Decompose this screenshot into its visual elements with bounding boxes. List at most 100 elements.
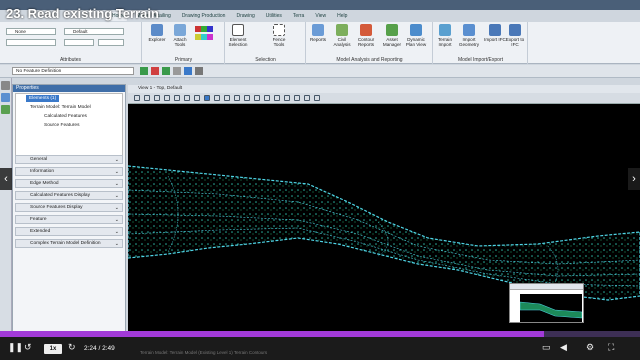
fence-tools-button[interactable]: Fence Tools [268,24,290,47]
view-tool-icon[interactable] [314,95,320,101]
terrain-import-button[interactable]: Terrain Import [434,24,456,47]
tree-item-elements[interactable]: Elements (1) [26,95,60,102]
analysis-group: Reports Civil Analysis Contour Reports A… [307,22,433,64]
feature-tools [140,67,210,76]
playback-time: 2:24 / 2:49 [84,345,115,352]
tool-icon[interactable] [1,93,10,102]
civil-analysis-icon [336,24,348,36]
view-tool-icon[interactable] [284,95,290,101]
view-tool-icon[interactable] [214,95,220,101]
fullscreen-icon[interactable]: ⛶ [608,342,614,353]
section-information[interactable]: Information ⌄ [15,167,123,176]
tool-icon[interactable] [1,105,10,114]
notes-icon[interactable]: ▭ [542,342,551,353]
element-tree: Elements (1) Terrain Model: Terrain Mode… [15,93,123,157]
view-tool-icon[interactable] [244,95,250,101]
color-swatches[interactable] [195,26,219,46]
forward-icon[interactable]: ↻ [68,342,76,353]
view-tool-icon[interactable] [194,95,200,101]
view-tool-icon[interactable] [294,95,300,101]
feature-tool-6[interactable] [195,67,203,75]
view-tool-icon[interactable] [174,95,180,101]
feature-tool-5[interactable] [184,67,192,75]
primary-group: Explorer Attach Tools Primary [143,22,225,64]
volume-icon[interactable]: ◀ [560,342,567,353]
tab-utilities[interactable]: Utilities [264,12,284,21]
linestyle-dropdown[interactable] [98,39,124,46]
view-tool-icon[interactable] [134,95,140,101]
selection-label: Selection [255,57,276,63]
reports-button[interactable]: Reports [307,24,329,42]
chevron-left-icon[interactable]: ‹ [0,168,12,190]
feature-tool-3[interactable] [162,67,170,75]
attributes-group: None Default Attributes [0,22,142,64]
playback-speed-button[interactable]: 1x [44,344,62,354]
view-tool-icon[interactable] [234,95,240,101]
terrain-import-icon [439,24,451,36]
section-source-features-display[interactable]: Source Features Display ⌄ [15,203,123,212]
mini-preview-window[interactable] [509,283,584,323]
tab-drawing-production[interactable]: Drawing Production [180,12,228,21]
view-tool-icon[interactable] [204,95,210,101]
tab-terra[interactable]: Terra [291,12,306,21]
view-tool-icon[interactable] [264,95,270,101]
primary-label: Primary [174,57,193,63]
color-dropdown[interactable] [6,39,56,46]
tool-icon[interactable] [1,81,10,90]
pause-icon[interactable]: ❚❚ [8,342,23,353]
tab-view[interactable]: View [313,12,328,21]
section-extended[interactable]: Extended ⌄ [15,227,123,236]
chevron-right-icon[interactable]: › [628,168,640,190]
view-tool-icon[interactable] [274,95,280,101]
fence-icon [273,24,285,36]
weight-dropdown[interactable] [64,39,94,46]
replay-icon[interactable]: ↺ [24,342,32,353]
style-dropdown[interactable]: Default [64,28,124,35]
asset-manager-icon [386,24,398,36]
export-ifc-button[interactable]: Export to IFC [504,24,526,47]
view-tool-icon[interactable] [224,95,230,101]
tree-item-terrain-model[interactable]: Terrain Model: Terrain Model [30,104,91,111]
status-line: Terrain Model: Terrain Model (Existing L… [140,350,268,355]
tab-help[interactable]: Help [335,12,349,21]
view-tool-icon[interactable] [184,95,190,101]
lesson-title: 23. Read existing Terrain [6,6,159,21]
section-general[interactable]: General ⌄ [15,155,123,164]
tab-drawing[interactable]: Drawing [234,12,256,21]
contour-reports-icon [360,24,372,36]
tree-item-calculated-features[interactable]: Calculated Features [44,113,87,120]
feature-definition-dropdown[interactable]: No Feature Definition [12,67,134,75]
dynamic-plan-view-button[interactable]: Dynamic Plan View [405,24,427,47]
explorer-button[interactable]: Explorer [146,24,168,42]
asset-manager-button[interactable]: Asset Manager [381,24,403,47]
video-player-controls: ❚❚ ↺ 1x ↻ 2:24 / 2:49 Terrain Model: Ter… [0,337,640,360]
reports-icon [312,24,324,36]
view-tool-icon[interactable] [154,95,160,101]
import-geometry-button[interactable]: Import Geometry [458,24,480,47]
tool-strip [0,78,12,340]
view-tool-icon[interactable] [254,95,260,101]
section-feature[interactable]: Feature ⌄ [15,215,123,224]
feature-tool-2[interactable] [151,67,159,75]
feature-tool-4[interactable] [173,67,181,75]
element-selection-button[interactable]: Element Selection [227,24,249,47]
feature-tool-1[interactable] [140,67,148,75]
view-tool-icon[interactable] [144,95,150,101]
section-calculated-features-display[interactable]: Calculated Features Display ⌄ [15,191,123,200]
import-label: Model Import/Export [457,57,504,63]
settings-icon[interactable]: ⚙ [586,342,594,353]
import-ifc-button[interactable]: Import IFC [484,24,506,42]
civil-analysis-button[interactable]: Civil Analysis [331,24,353,47]
attach-tools-button[interactable]: Attach Tools [169,24,191,47]
export-ifc-icon [509,24,521,36]
view-tool-icon[interactable] [304,95,310,101]
selection-group: Element Selection Fence Tools Selection [226,22,306,64]
contour-reports-button[interactable]: Contour Reports [355,24,377,47]
section-edge-method[interactable]: Edge Method ⌄ [15,179,123,188]
feature-bar: No Feature Definition [0,65,640,78]
tree-item-source-features[interactable]: Source Features [44,122,79,129]
level-dropdown[interactable]: None [6,28,56,35]
view-tool-icon[interactable] [164,95,170,101]
section-complex-terrain-definition[interactable]: Complex Terrain Model Definition ⌄ [15,239,123,248]
properties-title: Properties [13,85,125,92]
